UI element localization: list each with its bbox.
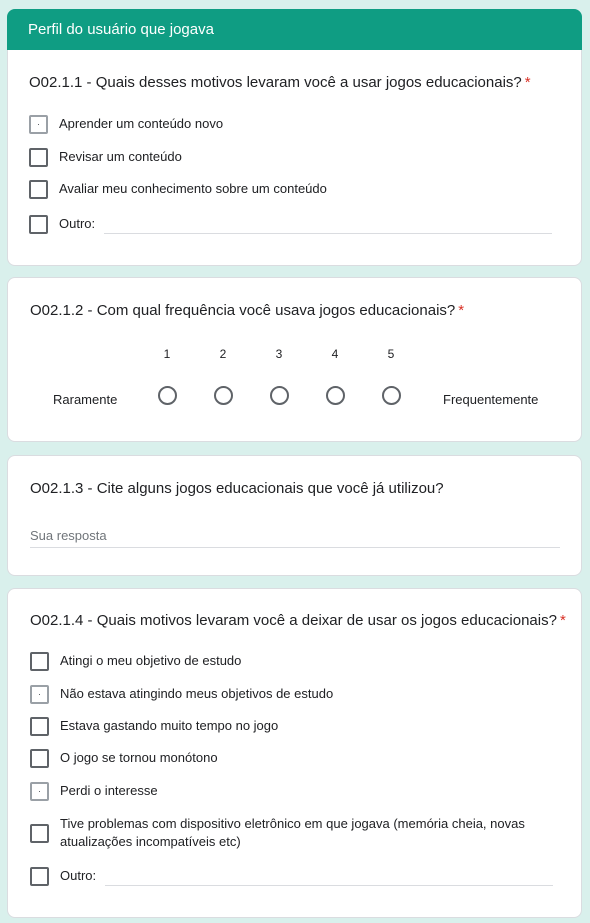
option-label: O jogo se tornou monótono bbox=[60, 750, 218, 765]
question-title-text: O02.1.2 - Com qual frequência você usava… bbox=[30, 302, 456, 319]
other-text-input[interactable] bbox=[104, 233, 552, 234]
radio-2[interactable] bbox=[214, 386, 233, 405]
other-text-input[interactable] bbox=[105, 885, 553, 886]
question-card-q3: O02.1.3 - Cite alguns jogos educacionais… bbox=[7, 455, 582, 576]
scale-number-5: 5 bbox=[387, 347, 395, 361]
checkbox[interactable] bbox=[30, 866, 49, 886]
checkbox[interactable] bbox=[29, 214, 48, 234]
question-title-text: O02.1.4 - Quais motivos levaram você a d… bbox=[30, 612, 557, 629]
scale-number-3: 3 bbox=[275, 347, 283, 361]
radio-1[interactable] bbox=[158, 386, 177, 405]
answer-underline bbox=[30, 547, 560, 548]
checkbox[interactable] bbox=[30, 651, 49, 671]
question-title-text: O02.1.1 - Quais desses motivos levaram v… bbox=[29, 74, 522, 91]
question-title-q1: O02.1.1 - Quais desses motivos levaram v… bbox=[29, 74, 531, 91]
checkbox[interactable] bbox=[29, 179, 48, 199]
option-label: Atingi o meu objetivo de estudo bbox=[60, 653, 242, 668]
scale-number-1: 1 bbox=[163, 347, 171, 361]
radio-5[interactable] bbox=[382, 386, 401, 405]
option-lost-interest[interactable]: Perdi o interesse bbox=[30, 781, 158, 801]
option-not-reaching-goals[interactable]: Não estava atingindo meus objetivos de e… bbox=[30, 684, 334, 704]
scale-low-label: Raramente bbox=[53, 392, 118, 407]
option-label: Perdi o interesse bbox=[60, 783, 158, 798]
required-marker: * bbox=[458, 302, 465, 319]
checkbox[interactable] bbox=[30, 684, 49, 704]
option-learn-new[interactable]: Aprender um conteúdo novo bbox=[29, 114, 224, 134]
option-label: Revisar um conteúdo bbox=[59, 149, 182, 164]
checkbox[interactable] bbox=[30, 748, 49, 768]
scale-number-2: 2 bbox=[219, 347, 227, 361]
option-monotonous[interactable]: O jogo se tornou monótono bbox=[30, 748, 218, 768]
option-other[interactable]: Outro: bbox=[29, 214, 96, 234]
radio-3[interactable] bbox=[270, 386, 289, 405]
option-label: Não estava atingindo meus objetivos de e… bbox=[60, 686, 334, 701]
question-card-q2: O02.1.2 - Com qual frequência você usava… bbox=[7, 277, 582, 442]
checkbox[interactable] bbox=[30, 823, 49, 843]
option-label: Avaliar meu conhecimento sobre um conteú… bbox=[59, 181, 327, 196]
option-evaluate[interactable]: Avaliar meu conhecimento sobre um conteú… bbox=[29, 179, 327, 199]
required-marker: * bbox=[524, 74, 531, 91]
checkbox[interactable] bbox=[29, 147, 48, 167]
radio-4[interactable] bbox=[326, 386, 345, 405]
required-marker: * bbox=[559, 612, 566, 629]
question-card-q4: O02.1.4 - Quais motivos levaram você a d… bbox=[7, 588, 582, 918]
question-card-q1-content: O02.1.1 - Quais desses motivos levaram v… bbox=[7, 9, 582, 266]
option-label: Tive problemas com dispositivo eletrônic… bbox=[60, 816, 525, 849]
option-label: Estava gastando muito tempo no jogo bbox=[60, 718, 279, 733]
option-too-much-time[interactable]: Estava gastando muito tempo no jogo bbox=[30, 716, 279, 736]
answer-input[interactable]: Sua resposta bbox=[30, 528, 107, 543]
scale-number-4: 4 bbox=[331, 347, 339, 361]
option-other[interactable]: Outro: bbox=[30, 866, 97, 886]
scale-high-label: Frequentemente bbox=[443, 392, 539, 407]
option-review[interactable]: Revisar um conteúdo bbox=[29, 147, 182, 167]
option-label: Outro: bbox=[59, 216, 96, 231]
checkbox[interactable] bbox=[30, 781, 49, 801]
question-title-q2: O02.1.2 - Com qual frequência você usava… bbox=[30, 302, 464, 319]
option-reached-goal[interactable]: Atingi o meu objetivo de estudo bbox=[30, 651, 242, 671]
option-label: Outro: bbox=[60, 868, 97, 883]
option-device-problems[interactable]: Tive problemas com dispositivo eletrônic… bbox=[30, 815, 540, 851]
checkbox[interactable] bbox=[29, 114, 48, 134]
question-title-text: O02.1.3 - Cite alguns jogos educacionais… bbox=[30, 480, 444, 497]
question-title-q3: O02.1.3 - Cite alguns jogos educacionais… bbox=[30, 480, 444, 497]
checkbox[interactable] bbox=[30, 716, 49, 736]
question-title-q4: O02.1.4 - Quais motivos levaram você a d… bbox=[30, 612, 566, 629]
option-label: Aprender um conteúdo novo bbox=[59, 116, 224, 131]
